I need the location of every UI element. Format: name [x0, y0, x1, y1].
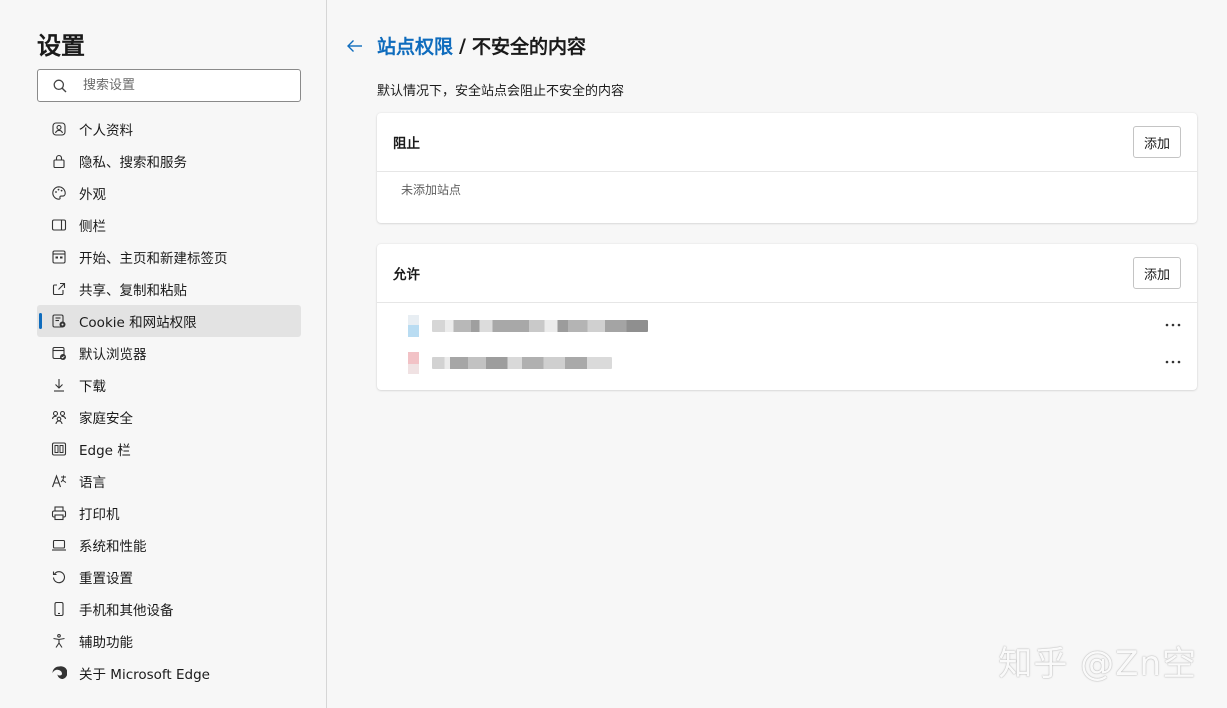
sidebar-item-about[interactable]: 关于 Microsoft Edge — [37, 657, 301, 689]
sidebar-item-label: 手机和其他设备 — [79, 603, 174, 619]
home-grid-icon — [51, 249, 67, 265]
edge-bar-icon — [51, 441, 67, 457]
search-input[interactable] — [83, 78, 283, 93]
sidebar-item-label: 隐私、搜索和服务 — [79, 155, 187, 171]
site-favicon — [408, 314, 419, 337]
sidebar-item-label: Cookie 和网站权限 — [79, 315, 197, 331]
sidebar-item-label: Edge 栏 — [79, 443, 131, 459]
sidebar-item-label: 重置设置 — [79, 571, 133, 587]
watermark: 知乎 @Zn空 — [998, 644, 1197, 684]
sidebar-item-label: 关于 Microsoft Edge — [79, 667, 210, 683]
lock-icon — [51, 153, 67, 169]
allow-card-header: 允许 添加 — [377, 244, 1197, 302]
sidebar-item-system[interactable]: 系统和性能 — [37, 529, 301, 561]
share-icon — [51, 281, 67, 297]
list-item — [377, 344, 1197, 381]
sidebar-item-start-home[interactable]: 开始、主页和新建标签页 — [37, 241, 301, 273]
sidebar-item-label: 侧栏 — [79, 219, 106, 235]
sidebar-item-label: 外观 — [79, 187, 106, 203]
sidebar-item-printers[interactable]: 打印机 — [37, 497, 301, 529]
sidebar-item-label: 个人资料 — [79, 123, 133, 139]
redacted-site-url — [432, 319, 648, 332]
printer-icon — [51, 505, 67, 521]
redacted-site-url — [432, 356, 612, 369]
sidebar-item-downloads[interactable]: 下载 — [37, 369, 301, 401]
palette-icon — [51, 185, 67, 201]
divider — [377, 302, 1197, 303]
sidebar-item-label: 辅助功能 — [79, 635, 133, 651]
sidebar-item-appearance[interactable]: 外观 — [37, 177, 301, 209]
phone-icon — [51, 601, 67, 617]
browser-icon — [51, 345, 67, 361]
sidebar-item-label: 开始、主页和新建标签页 — [79, 251, 228, 267]
sidebar-item-reset[interactable]: 重置设置 — [37, 561, 301, 593]
block-card: 阻止 添加 未添加站点 — [377, 113, 1197, 223]
edge-logo-icon — [51, 665, 67, 681]
list-item — [377, 307, 1197, 344]
allow-card: 允许 添加 — [377, 244, 1197, 390]
search-box[interactable] — [37, 69, 301, 102]
more-options-icon[interactable] — [1165, 319, 1181, 331]
laptop-icon — [51, 537, 67, 553]
block-add-button[interactable]: 添加 — [1132, 126, 1181, 158]
block-card-header: 阻止 添加 — [377, 113, 1197, 171]
breadcrumb: 站点权限 / 不安全的内容 — [345, 32, 586, 59]
sidebar-item-label: 默认浏览器 — [79, 347, 147, 363]
settings-sidebar: 设置 个人资料 隐私、搜索和服务 外观 侧栏 开始、主页和新建标签页 — [0, 0, 327, 708]
sidebar-item-accessibility[interactable]: 辅助功能 — [37, 625, 301, 657]
sidebar-item-cookies[interactable]: Cookie 和网站权限 — [37, 305, 301, 337]
accessibility-icon — [51, 633, 67, 649]
sidebar-item-devices[interactable]: 手机和其他设备 — [37, 593, 301, 625]
more-options-icon[interactable] — [1165, 356, 1181, 368]
sidebar-item-share[interactable]: 共享、复制和粘贴 — [37, 273, 301, 305]
sidebar-item-label: 系统和性能 — [79, 539, 147, 555]
sidebar-item-label: 下载 — [79, 379, 106, 395]
breadcrumb-parent-link[interactable]: 站点权限 — [377, 32, 453, 59]
block-section-title: 阻止 — [393, 136, 420, 152]
site-favicon — [408, 351, 419, 374]
sidebar-item-profile[interactable]: 个人资料 — [37, 113, 301, 145]
page-title: 不安全的内容 — [471, 36, 586, 58]
main-content: 站点权限 / 不安全的内容 默认情况下，安全站点会阻止不安全的内容 阻止 添加 … — [327, 0, 1227, 708]
sidebar-icon — [51, 217, 67, 233]
family-icon — [51, 409, 67, 425]
profile-icon — [51, 121, 67, 137]
sidebar-item-family[interactable]: 家庭安全 — [37, 401, 301, 433]
sidebar-item-privacy[interactable]: 隐私、搜索和服务 — [37, 145, 301, 177]
search-icon — [53, 79, 67, 93]
page-description: 默认情况下，安全站点会阻止不安全的内容 — [377, 84, 625, 99]
sidebar-item-label: 家庭安全 — [79, 411, 133, 427]
cookie-permissions-icon — [51, 313, 67, 329]
sidebar-item-language[interactable]: 语言 — [37, 465, 301, 497]
allow-section-title: 允许 — [393, 267, 420, 283]
sidebar-item-label: 共享、复制和粘贴 — [79, 283, 187, 299]
sidebar-title: 设置 — [37, 32, 85, 60]
sidebar-item-default-browser[interactable]: 默认浏览器 — [37, 337, 301, 369]
sidebar-item-sidebar[interactable]: 侧栏 — [37, 209, 301, 241]
back-arrow-icon[interactable] — [345, 36, 365, 56]
settings-nav: 个人资料 隐私、搜索和服务 外观 侧栏 开始、主页和新建标签页 共享、复制和粘贴… — [37, 113, 301, 689]
allow-add-button[interactable]: 添加 — [1132, 257, 1181, 289]
reset-icon — [51, 569, 67, 585]
sidebar-item-label: 语言 — [79, 475, 106, 491]
block-empty-text: 未添加站点 — [401, 183, 462, 197]
sidebar-item-label: 打印机 — [79, 507, 120, 523]
breadcrumb-separator: / — [459, 34, 466, 57]
sidebar-item-edge-bar[interactable]: Edge 栏 — [37, 433, 301, 465]
language-icon — [51, 473, 67, 489]
download-icon — [51, 377, 67, 393]
